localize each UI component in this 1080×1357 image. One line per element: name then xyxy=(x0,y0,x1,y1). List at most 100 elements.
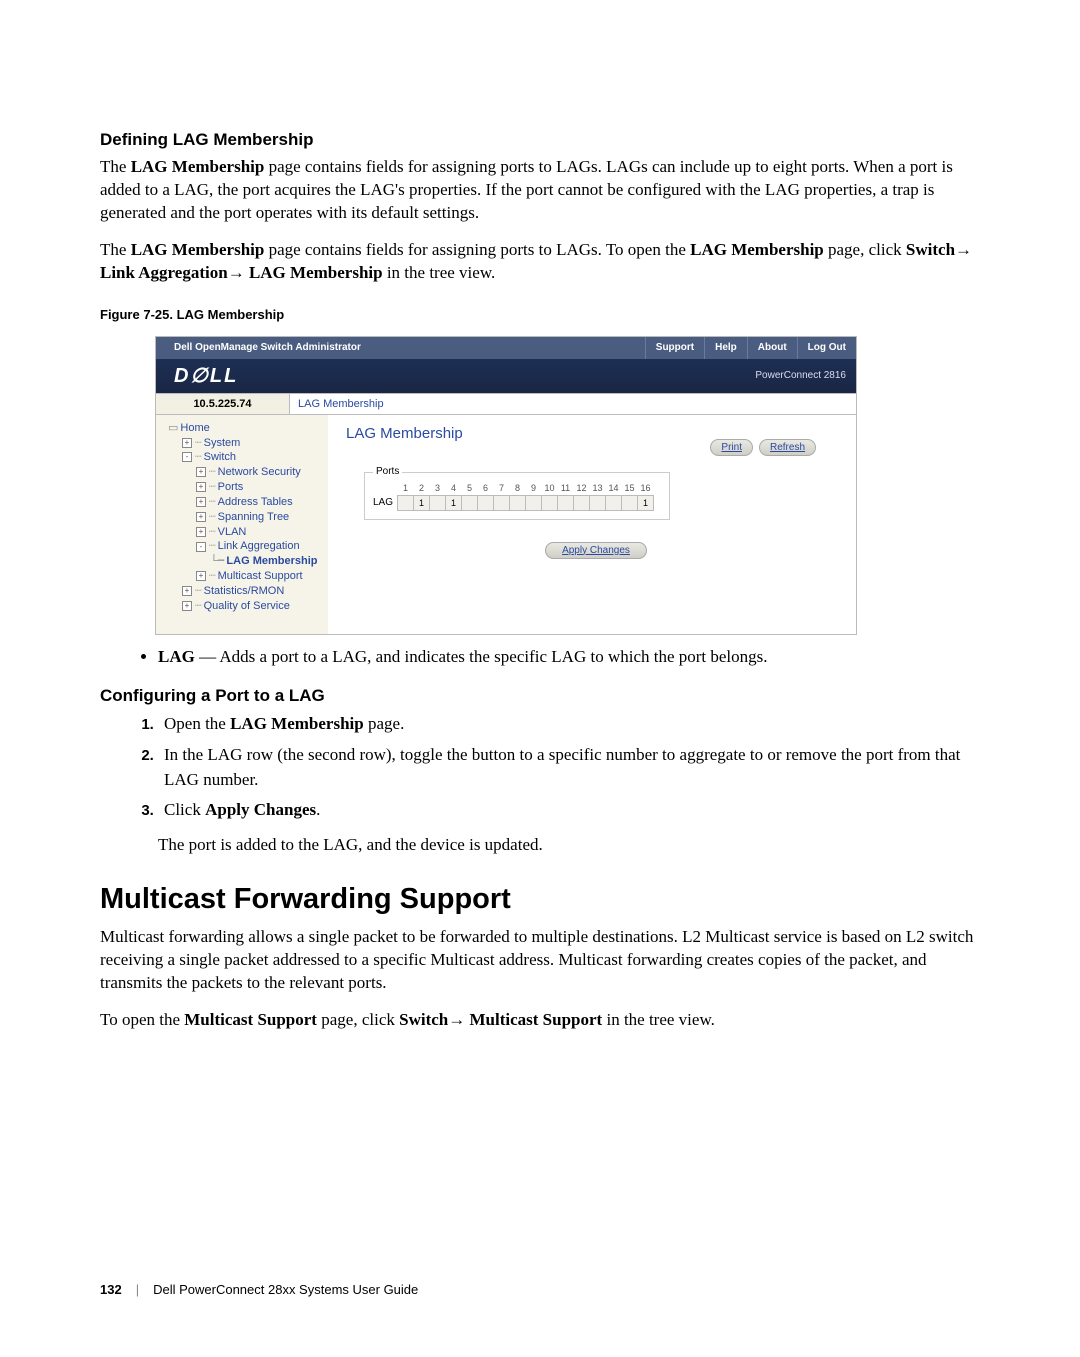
tree-home[interactable]: ▭Home xyxy=(168,421,328,436)
t: Click xyxy=(164,800,205,819)
t: page, click xyxy=(317,1010,399,1029)
page-number: 132 xyxy=(100,1282,122,1297)
lag-cell[interactable] xyxy=(462,495,478,510)
t: in the tree view. xyxy=(383,263,496,282)
h: 13 xyxy=(590,481,606,496)
lag-cell[interactable] xyxy=(590,495,606,510)
lbl: VLAN xyxy=(218,526,247,538)
step-3: Click Apply Changes. xyxy=(158,798,985,823)
b: Multicast Support xyxy=(470,1010,603,1029)
step-1: Open the LAG Membership page. xyxy=(158,712,985,737)
lag-cell[interactable] xyxy=(494,495,510,510)
tab-support[interactable]: Support xyxy=(645,337,704,359)
tree-lagm[interactable]: └┈LAG Membership xyxy=(168,554,328,569)
lag-cell[interactable]: 1 xyxy=(414,495,430,510)
para-2: The LAG Membership page contains fields … xyxy=(100,239,985,285)
lag-cell[interactable] xyxy=(542,495,558,510)
lbl: Address Tables xyxy=(218,496,293,508)
lag-cell[interactable] xyxy=(398,495,414,510)
lag-cell[interactable]: 1 xyxy=(638,495,654,510)
tab-logout[interactable]: Log Out xyxy=(797,337,856,359)
b: LAG Membership xyxy=(230,714,364,733)
b: Multicast Support xyxy=(184,1010,317,1029)
heading-config: Configuring a Port to a LAG xyxy=(100,686,985,706)
tree-vlan[interactable]: +┈VLAN xyxy=(168,525,328,540)
lbl: Spanning Tree xyxy=(218,511,290,523)
product-name: PowerConnect 2816 xyxy=(755,370,856,381)
refresh-button[interactable]: Refresh xyxy=(759,439,816,456)
h: 11 xyxy=(558,481,574,496)
h: 8 xyxy=(510,481,526,496)
t: page contains fields for assigning ports… xyxy=(264,240,690,259)
h: 6 xyxy=(478,481,494,496)
lag-cell[interactable]: 1 xyxy=(446,495,462,510)
mc-para-1: Multicast forwarding allows a single pac… xyxy=(100,926,985,995)
tree-lagg[interactable]: -┈Link Aggregation xyxy=(168,539,328,554)
lbl: System xyxy=(204,437,241,449)
tree-ports[interactable]: +┈Ports xyxy=(168,480,328,495)
screenshot: Dell OpenManage Switch Administrator Sup… xyxy=(155,336,857,635)
tree-stats[interactable]: +┈Statistics/RMON xyxy=(168,584,328,599)
lag-cell[interactable] xyxy=(478,495,494,510)
h: 16 xyxy=(638,481,654,496)
lag-cell[interactable] xyxy=(558,495,574,510)
t: in the tree view. xyxy=(602,1010,715,1029)
guide-title: Dell PowerConnect 28xx Systems User Guid… xyxy=(153,1282,418,1297)
lbl: Statistics/RMON xyxy=(204,585,285,597)
bullet-lag: LAG — Adds a port to a LAG, and indicate… xyxy=(158,645,985,669)
ports-header-row: 1 2 3 4 5 6 7 8 9 10 11 xyxy=(373,481,654,496)
h: 9 xyxy=(526,481,542,496)
b: Link Aggregation xyxy=(100,263,228,282)
tree-addr[interactable]: +┈Address Tables xyxy=(168,495,328,510)
t: . xyxy=(316,800,320,819)
rest: — Adds a port to a LAG, and indicates th… xyxy=(195,647,768,666)
ports-table: Ports 1 2 3 4 5 6 7 8 xyxy=(364,472,670,520)
tab-about[interactable]: About xyxy=(747,337,797,359)
nav-tree: ▭Home +┈System -┈Switch +┈Network Securi… xyxy=(156,415,328,634)
lag-cell[interactable] xyxy=(430,495,446,510)
t: Open the xyxy=(164,714,230,733)
tree-qos[interactable]: +┈Quality of Service xyxy=(168,599,328,614)
term: LAG xyxy=(158,647,195,666)
t: The xyxy=(100,240,131,259)
h: 5 xyxy=(462,481,478,496)
b: LAG Membership xyxy=(249,263,383,282)
lag-cell[interactable] xyxy=(606,495,622,510)
lbl: Link Aggregation xyxy=(218,540,300,552)
tree-switch[interactable]: -┈Switch xyxy=(168,450,328,465)
lag-cell[interactable] xyxy=(622,495,638,510)
lbl: LAG Membership xyxy=(226,555,317,567)
h: 10 xyxy=(542,481,558,496)
tree-net[interactable]: +┈Network Security xyxy=(168,465,328,480)
lag-cell[interactable] xyxy=(510,495,526,510)
apply-changes-button[interactable]: Apply Changes xyxy=(545,542,647,559)
h: 15 xyxy=(622,481,638,496)
lag-cell[interactable] xyxy=(526,495,542,510)
lbl: Network Security xyxy=(218,466,301,478)
step-2: In the LAG row (the second row), toggle … xyxy=(158,743,985,792)
tab-help[interactable]: Help xyxy=(704,337,747,359)
tree-system[interactable]: +┈System xyxy=(168,436,328,451)
b: Switch xyxy=(906,240,955,259)
h: 4 xyxy=(446,481,462,496)
lag-cell[interactable] xyxy=(574,495,590,510)
b: LAG Membership xyxy=(131,240,265,259)
lbl: Quality of Service xyxy=(204,600,290,612)
lbl: Switch xyxy=(204,451,236,463)
tree-span[interactable]: +┈Spanning Tree xyxy=(168,510,328,525)
tree-mcast[interactable]: +┈Multicast Support xyxy=(168,569,328,584)
dell-logo: D∅LL xyxy=(156,363,238,388)
h: 3 xyxy=(430,481,446,496)
figure-caption: Figure 7-25. LAG Membership xyxy=(100,307,985,322)
footer-sep: | xyxy=(136,1282,139,1297)
b: Switch xyxy=(399,1010,448,1029)
b: Apply Changes xyxy=(205,800,316,819)
h: 1 xyxy=(398,481,414,496)
lbl: Ports xyxy=(218,481,244,493)
arrow: → xyxy=(228,263,249,282)
print-button[interactable]: Print xyxy=(710,439,753,456)
breadcrumb: LAG Membership xyxy=(290,394,392,414)
h: 14 xyxy=(606,481,622,496)
ip-address: 10.5.225.74 xyxy=(156,394,290,414)
lbl: Home xyxy=(180,422,209,434)
